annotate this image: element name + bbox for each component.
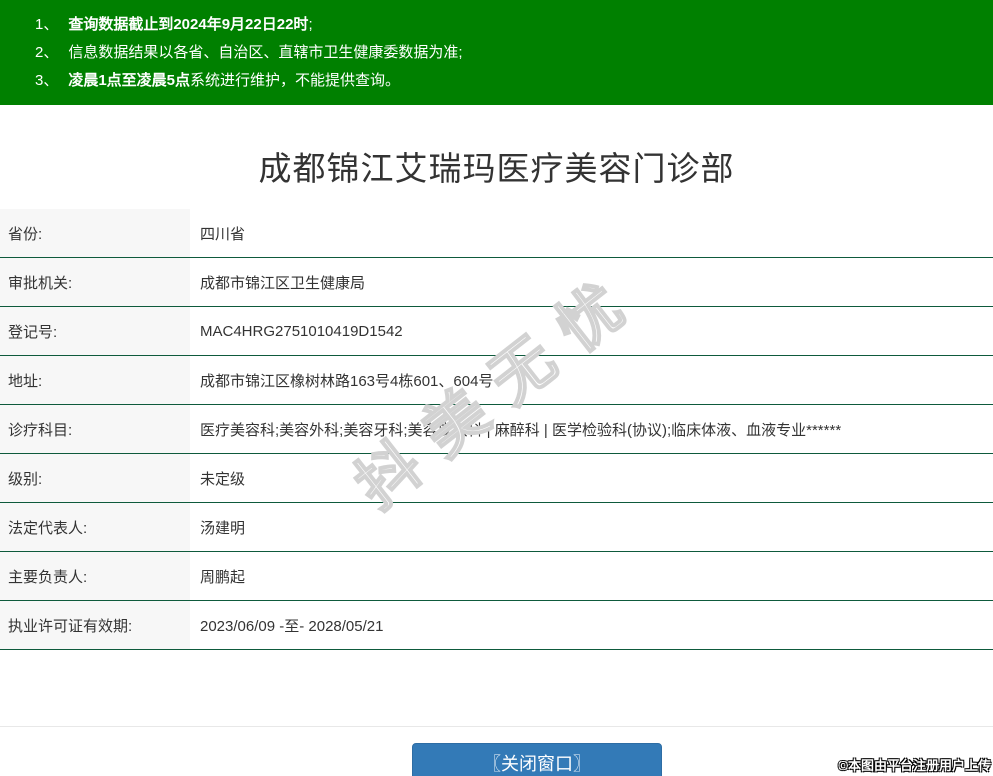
row-label: 审批机关:: [0, 258, 190, 306]
table-row-province: 省份: 四川省: [0, 209, 993, 258]
notice-line-1: 1、 查询数据截止到2024年9月22日22时;: [35, 11, 993, 39]
table-row-legal-representative: 法定代表人: 汤建明: [0, 503, 993, 552]
notice-banner: 1、 查询数据截止到2024年9月22日22时; 2、 信息数据结果以各省、自治区、…: [0, 0, 993, 105]
row-label: 地址:: [0, 356, 190, 404]
row-label: 登记号:: [0, 307, 190, 355]
notice-line-2: 2、 信息数据结果以各省、自治区、直辖市卫生健康委数据为准;: [35, 39, 993, 67]
row-value: 周鹏起: [200, 568, 246, 586]
row-value: 成都市锦江区橡树林路163号4栋601、604号: [200, 372, 494, 390]
notice-number: 1、: [35, 16, 59, 33]
row-value: 汤建明: [200, 519, 246, 537]
row-label: 级别:: [0, 454, 190, 502]
table-row-approval-authority: 审批机关: 成都市锦江区卫生健康局: [0, 258, 993, 307]
page-title: 成都锦江艾瑞玛医疗美容门诊部: [258, 150, 735, 187]
row-value: 未定级: [200, 470, 246, 488]
close-window-button[interactable]: 〖关闭窗口〗: [412, 743, 662, 776]
row-label: 省份:: [0, 209, 190, 257]
notice-number: 2、: [35, 44, 59, 61]
table-row-address: 地址: 成都市锦江区橡树林路163号4栋601、604号: [0, 356, 993, 405]
row-value: 2023/06/09 -至- 2028/05/21: [200, 617, 384, 635]
table-row-license-validity: 执业许可证有效期: 2023/06/09 -至- 2028/05/21: [0, 601, 993, 650]
table-row-main-person-in-charge: 主要负责人: 周鹏起: [0, 552, 993, 601]
detail-table: 省份: 四川省 审批机关: 成都市锦江区卫生健康局 登记号: MAC4HRG27…: [0, 209, 993, 650]
row-label: 执业许可证有效期:: [0, 601, 190, 649]
row-value: 四川省: [200, 225, 246, 243]
row-value: MAC4HRG2751010419D1542: [200, 322, 403, 340]
notice-text: 系统进行维护，不能提供查询。: [190, 72, 401, 89]
row-label: 法定代表人:: [0, 503, 190, 551]
notice-text: ;: [308, 16, 313, 33]
row-value: 医疗美容科;美容外科;美容牙科;美容皮肤科 | 麻醉科 | 医学检验科(协议);…: [200, 421, 842, 439]
notice-line-3: 3、 凌晨1点至凌晨5点系统进行维护，不能提供查询。: [35, 67, 993, 95]
table-row-level: 级别: 未定级: [0, 454, 993, 503]
copyright-note: ©本图由平台注册用户上传: [838, 758, 991, 773]
row-label: 主要负责人:: [0, 552, 190, 600]
table-row-medical-subjects: 诊疗科目: 医疗美容科;美容外科;美容牙科;美容皮肤科 | 麻醉科 | 医学检验…: [0, 405, 993, 454]
table-row-registration-number: 登记号: MAC4HRG2751010419D1542: [0, 307, 993, 356]
notice-text-bold: 凌晨1点至凌晨5点: [68, 72, 191, 89]
notice-text-bold: 查询数据截止到2024年9月22日22时: [68, 16, 309, 33]
row-value: 成都市锦江区卫生健康局: [200, 274, 366, 292]
notice-number: 3、: [35, 72, 59, 89]
notice-text: 信息数据结果以各省、自治区、直辖市卫生健康委数据为准;: [68, 44, 463, 61]
row-label: 诊疗科目:: [0, 405, 190, 453]
